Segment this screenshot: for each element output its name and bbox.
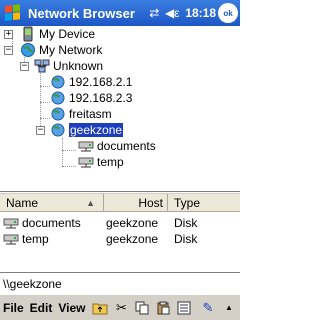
computer-globe-icon — [50, 122, 66, 138]
network-tree[interactable]: + My Device − My Network − Unknown 192.1… — [0, 26, 240, 192]
column-header-type[interactable]: Type — [168, 194, 240, 212]
list-item-host: geekzone — [106, 216, 159, 230]
column-header-host[interactable]: Host — [104, 194, 168, 212]
tree-label: freitasm — [69, 107, 112, 121]
network-drive-icon — [3, 215, 19, 231]
network-drive-icon — [3, 231, 19, 247]
details-view-icon[interactable] — [175, 299, 193, 317]
list-item[interactable]: temp geekzone Disk — [0, 231, 240, 247]
tree-label: My Device — [39, 27, 96, 41]
window-title: Network Browser — [28, 5, 135, 21]
collapse-unknown-icon[interactable]: − — [20, 62, 29, 71]
tree-item-share[interactable]: temp — [78, 154, 124, 170]
tree-item-my-network[interactable]: My Network — [20, 42, 102, 58]
tree-label: My Network — [39, 43, 103, 57]
ok-button[interactable]: ok — [218, 3, 238, 23]
tree-label: Unknown — [53, 59, 104, 73]
menu-edit[interactable]: Edit — [27, 301, 56, 315]
windows-start-icon — [5, 4, 21, 22]
list-item[interactable]: documents geekzone Disk — [0, 215, 240, 231]
path-bar: \\geekzone — [0, 272, 240, 294]
collapse-my-network-icon[interactable]: − — [4, 46, 13, 55]
tree-label: temp — [97, 155, 124, 169]
tree-item-host[interactable]: 192.168.2.1 — [50, 74, 132, 90]
computer-globe-icon — [50, 106, 66, 122]
connectivity-icon[interactable]: ⇄ — [145, 6, 163, 20]
paste-icon[interactable] — [154, 299, 172, 317]
network-drive-icon — [78, 138, 94, 154]
list-item-type: Disk — [174, 216, 198, 230]
tree-item-share[interactable]: documents — [78, 138, 156, 154]
tree-item-host[interactable]: 192.168.2.3 — [50, 90, 132, 106]
tree-item-host-selected[interactable]: geekzone — [50, 122, 124, 138]
copy-icon[interactable] — [133, 299, 151, 317]
menu-bar: File Edit View ✂ ✎ ▲ — [0, 294, 240, 320]
list-header: Name ▲ Host Type — [0, 194, 240, 212]
tree-item-host[interactable]: freitasm — [50, 106, 112, 122]
computer-globe-icon — [50, 90, 66, 106]
computer-globe-icon — [50, 74, 66, 90]
sort-arrow-icon: ▲ — [86, 198, 95, 208]
collapse-geekzone-icon[interactable]: − — [36, 126, 45, 135]
folder-up-icon[interactable] — [91, 299, 109, 317]
menu-file[interactable]: File — [0, 301, 27, 315]
list-item-type: Disk — [174, 232, 198, 246]
tree-label: documents — [97, 139, 156, 153]
list-item-name: temp — [22, 232, 49, 246]
start-button[interactable] — [0, 0, 26, 26]
pda-device-icon — [20, 26, 36, 42]
list-item-host: geekzone — [106, 232, 159, 246]
input-selector-arrow-icon[interactable]: ▲ — [220, 299, 238, 317]
title-bar: Network Browser ⇄ ◀ε 18:18 ok — [0, 0, 240, 26]
volume-icon[interactable]: ◀ε — [163, 6, 181, 20]
network-drive-icon — [78, 154, 94, 170]
pen-input-icon[interactable]: ✎ — [199, 299, 217, 317]
workgroup-icon — [34, 58, 50, 74]
column-header-name[interactable]: Name ▲ — [0, 194, 104, 212]
clock[interactable]: 18:18 — [185, 6, 216, 20]
tree-item-my-device[interactable]: My Device — [20, 26, 95, 42]
ok-label: ok — [223, 8, 233, 18]
tree-label: geekzone — [69, 123, 124, 137]
current-path: \\geekzone — [3, 276, 62, 291]
share-list[interactable]: Name ▲ Host Type documents geekzone Disk… — [0, 194, 240, 272]
tree-label: 192.168.2.3 — [69, 91, 133, 105]
list-item-name: documents — [22, 216, 81, 230]
network-globe-icon — [20, 42, 36, 58]
menu-view[interactable]: View — [55, 301, 88, 315]
tree-item-unknown[interactable]: Unknown — [34, 58, 103, 74]
cut-icon[interactable]: ✂ — [112, 299, 130, 317]
expand-my-device-icon[interactable]: + — [4, 30, 13, 39]
tree-label: 192.168.2.1 — [69, 75, 133, 89]
